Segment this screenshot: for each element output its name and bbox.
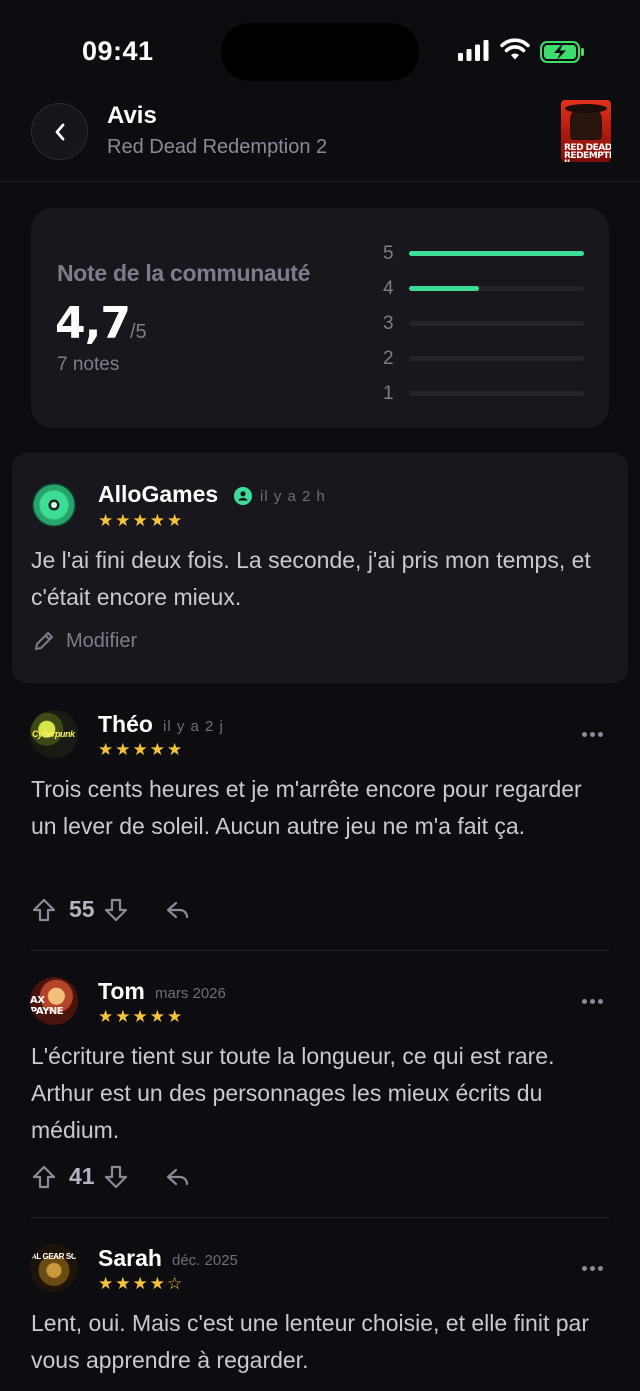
downvote-arrow-icon[interactable] <box>103 1164 129 1190</box>
page-header: Avis Red Dead Redemption 2 RED DEAD REDE… <box>0 100 640 182</box>
rating-row: 5 <box>383 236 589 271</box>
reply-icon[interactable] <box>165 898 191 922</box>
downvote-arrow-icon[interactable] <box>103 897 129 923</box>
more-options-button[interactable] <box>582 999 603 1004</box>
review-time: déc. 2025 <box>172 1252 238 1269</box>
review-text: Lent, oui. Mais c'est une lenteur choisi… <box>31 1310 589 1373</box>
review-actions: 41 <box>31 1163 191 1190</box>
review-stars: ★★★★☆ <box>98 1274 185 1293</box>
avatar[interactable]: AL GEAR SO <box>30 1244 78 1292</box>
status-time: 09:41 <box>82 36 154 66</box>
vote-count: 41 <box>69 1163 95 1189</box>
review-actions: 55 <box>31 896 191 923</box>
verified-user-icon <box>234 487 252 505</box>
rating-row-label: 2 <box>383 347 394 369</box>
review-author[interactable]: AlloGames <box>98 481 218 508</box>
community-rating-card: Note de la communauté 4,7/5 7 notes 5 4 … <box>31 208 609 428</box>
more-options-button[interactable] <box>582 732 603 737</box>
rating-row: 3 <box>383 306 589 341</box>
edit-label: Modifier <box>66 629 138 652</box>
chevron-left-icon <box>55 123 64 140</box>
avatar[interactable]: AX PAYNE <box>30 977 78 1025</box>
battery-charging-icon <box>540 41 584 63</box>
rating-bar-track <box>409 321 584 326</box>
avatar-text: AX PAYNE <box>30 995 64 1017</box>
review-stars: ★★★★★ <box>98 1007 185 1026</box>
rating-title: Note de la communauté <box>57 260 311 286</box>
review-time: mars 2026 <box>155 985 226 1002</box>
rating-row: 4 <box>383 271 589 306</box>
rating-bar-track <box>409 356 584 361</box>
review-item: AX PAYNE Tom mars 2026 ★★★★★ L'écriture … <box>0 967 640 1218</box>
avatar[interactable]: Cyberpunk <box>30 710 78 758</box>
review-time: il y a 2 h <box>260 488 326 505</box>
review-text: L'écriture tient sur toute la longueur, … <box>31 1043 555 1143</box>
rating-bar-track <box>409 251 584 256</box>
divider <box>30 950 610 951</box>
own-review-card: AlloGames il y a 2 h ★★★★★ Je l'ai fini … <box>12 453 628 683</box>
rating-bar-track <box>409 286 584 291</box>
review-text: Je l'ai fini deux fois. La seconde, j'ai… <box>31 547 591 610</box>
more-options-button[interactable] <box>582 1266 603 1271</box>
dynamic-island <box>221 23 419 81</box>
avatar-text: AL GEAR SO <box>31 1252 77 1261</box>
vote-count: 55 <box>69 896 95 922</box>
cellular-signal-icon <box>458 40 489 61</box>
wifi-icon <box>500 38 530 60</box>
rating-count: 7 notes <box>57 354 120 375</box>
rating-bar-fill <box>409 251 584 256</box>
review-stars: ★★★★★ <box>98 740 185 759</box>
rating-distribution: 5 4 3 2 1 <box>383 236 589 411</box>
rating-score: 4,7/5 <box>55 298 147 349</box>
game-title: Red Dead Redemption 2 <box>107 136 328 158</box>
upvote-arrow-icon[interactable] <box>31 1164 57 1190</box>
game-cover-image[interactable]: RED DEAD REDEMPTION II <box>561 100 611 162</box>
review-item: AL GEAR SO Sarah déc. 2025 ★★★★☆ Lent, o… <box>0 1234 640 1391</box>
review-text: Trois cents heures et je m'arrête encore… <box>31 776 582 839</box>
review-author[interactable]: Tom <box>98 978 145 1005</box>
pencil-icon <box>35 632 53 650</box>
review-time: il y a 2 j <box>163 718 224 735</box>
avatar-text: Cyberpunk <box>32 729 75 739</box>
review-author[interactable]: Théo <box>98 711 153 738</box>
back-button[interactable] <box>31 103 88 160</box>
review-item: Cyberpunk Théo il y a 2 j ★★★★★ Trois ce… <box>0 700 640 951</box>
cover-logo-text: RED DEAD REDEMPTION II <box>564 143 611 163</box>
rating-row-label: 4 <box>383 277 394 299</box>
rating-row-label: 5 <box>383 242 394 264</box>
edit-button[interactable]: Modifier <box>32 629 137 653</box>
rating-row: 2 <box>383 341 589 376</box>
rating-row-label: 1 <box>383 382 394 404</box>
rating-row: 1 <box>383 376 589 411</box>
rating-row-label: 3 <box>383 312 394 334</box>
review-author[interactable]: Sarah <box>98 1245 162 1272</box>
status-bar: 09:41 <box>0 0 640 100</box>
avatar[interactable] <box>32 483 76 527</box>
reply-icon[interactable] <box>165 1165 191 1189</box>
rating-bar-track <box>409 391 584 396</box>
rating-bar-fill <box>409 286 479 291</box>
rating-max: /5 <box>129 321 147 343</box>
upvote-arrow-icon[interactable] <box>31 897 57 923</box>
page-title: Avis <box>107 102 157 129</box>
review-stars: ★★★★★ <box>98 511 185 530</box>
divider <box>30 1217 610 1218</box>
